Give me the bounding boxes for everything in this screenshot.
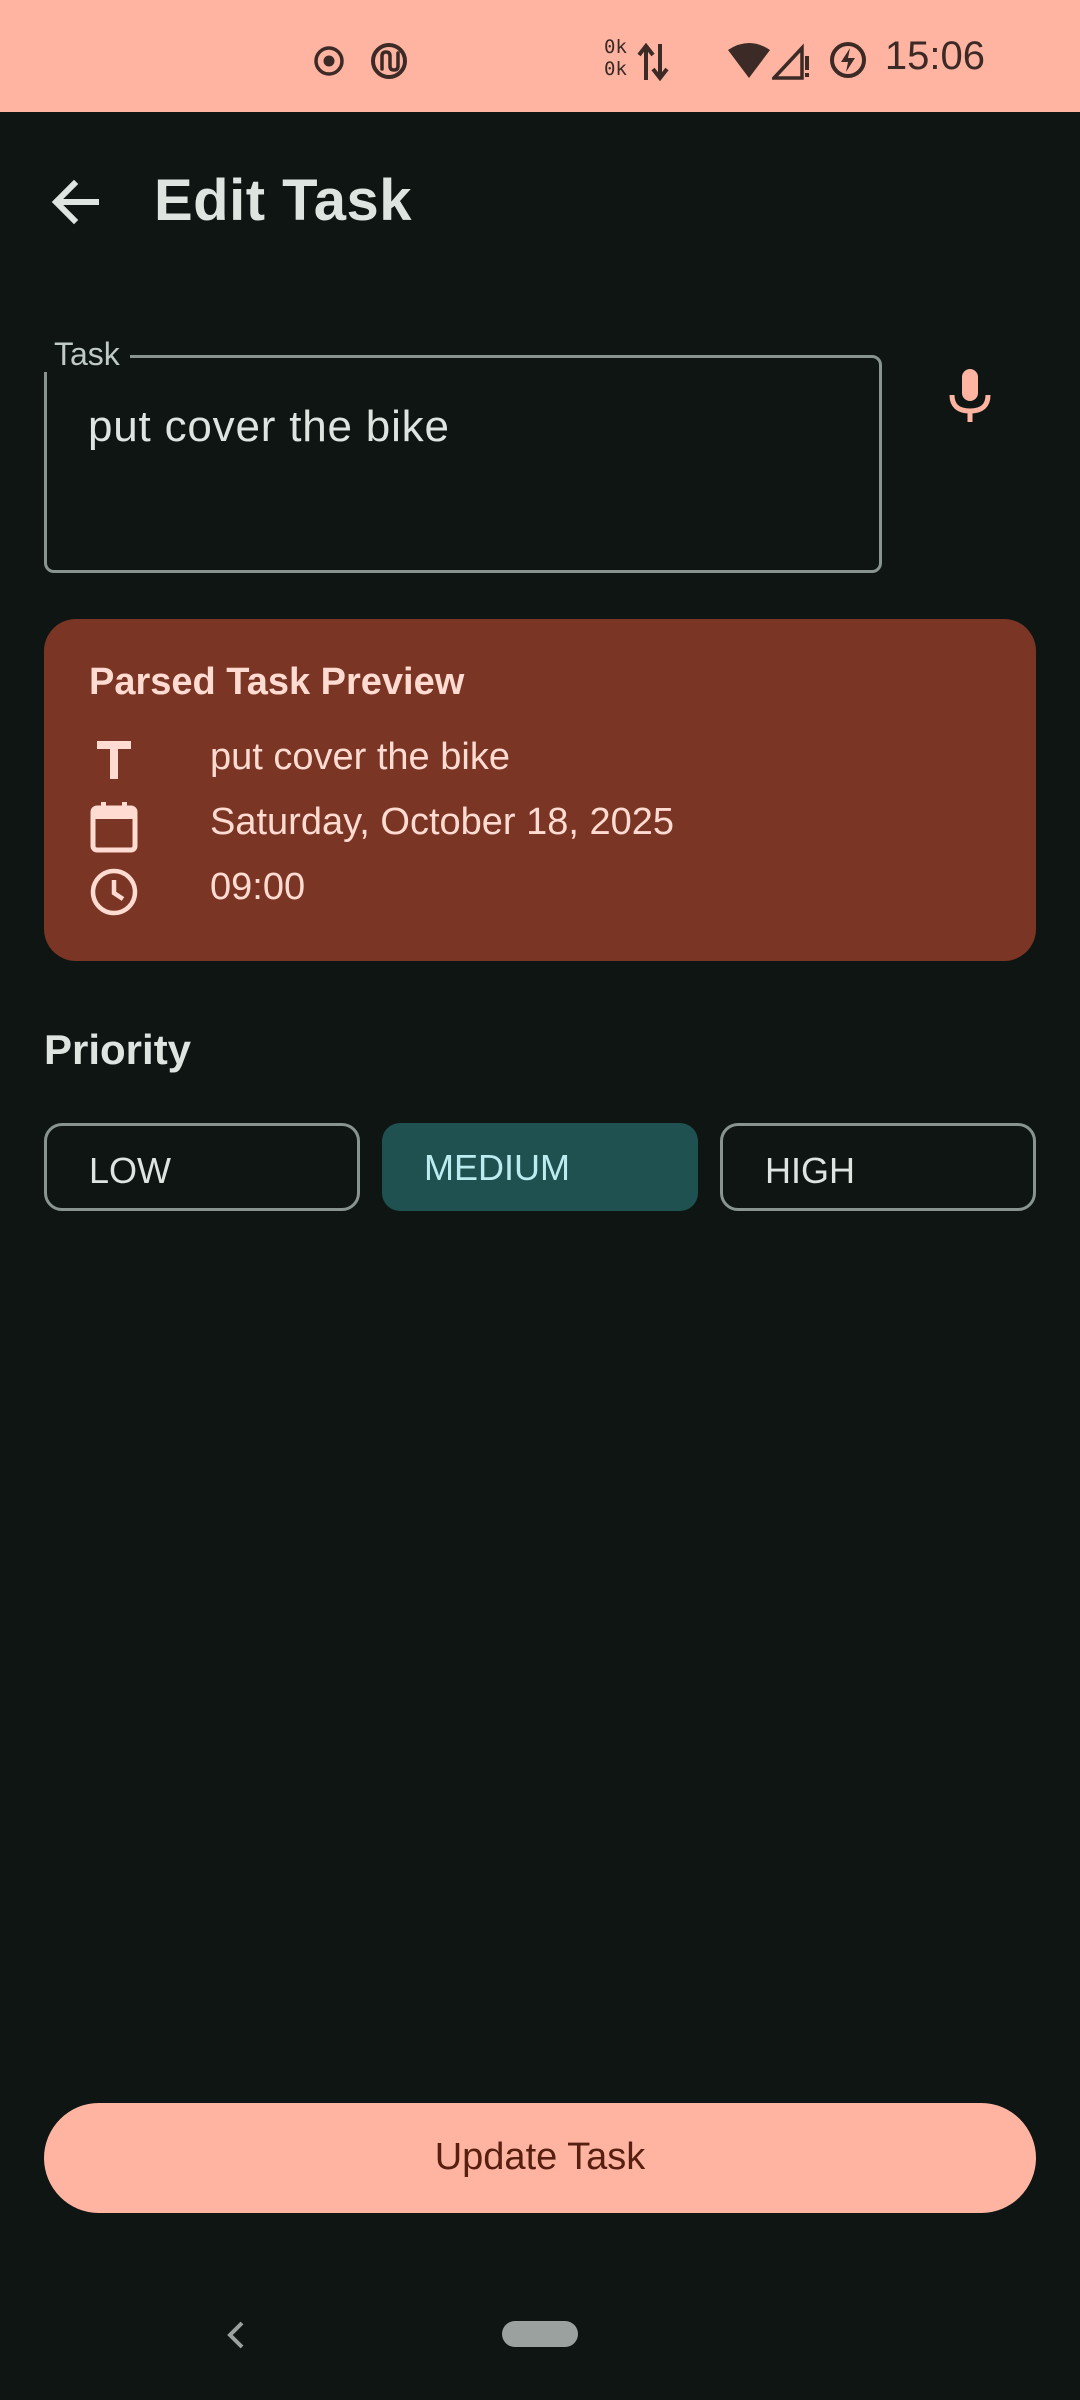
nav-home-pill[interactable] [502,2321,578,2347]
preview-task-text: put cover the bike [210,736,510,778]
calendar-icon [90,802,138,853]
update-task-label: Update Task [434,2136,646,2178]
nav-back-button[interactable] [216,2315,256,2355]
preview-time-text: 09:00 [210,866,306,908]
update-task-button[interactable]: Update Task [44,2103,1036,2213]
battery-saver-icon [830,42,866,78]
arrow-back-icon [51,179,99,225]
back-button[interactable] [36,162,116,242]
priority-chip-low[interactable]: LOW [44,1123,360,1211]
preview-row-date: Saturday, October 18, 2025 [89,795,989,855]
priority-heading: Priority [44,1026,192,1073]
page-title: Edit Task [154,168,413,233]
preview-row-time: 09:00 [89,860,989,920]
record-icon [314,46,344,76]
microphone-icon [949,369,991,422]
priority-chip-medium[interactable]: MEDIUM [382,1123,698,1211]
task-input-field[interactable] [44,355,882,573]
priority-chip-label: MEDIUM [424,1147,570,1188]
clock-time: 15:06 [884,34,985,78]
task-input-value[interactable]: put cover the bike [88,402,848,452]
data-arrows-icon [637,42,669,82]
priority-chip-label: LOW [89,1150,172,1191]
network-speed: 0k 0k [604,36,627,80]
wifi-icon [728,43,770,78]
net-down-text: 0k [604,58,627,80]
text-format-icon [97,741,131,779]
voice-input-button[interactable] [930,355,1010,435]
net-up-text: 0k [604,36,627,58]
priority-chip-label: HIGH [765,1150,855,1191]
preview-date-text: Saturday, October 18, 2025 [210,801,675,843]
preview-title: Parsed Task Preview [89,661,465,703]
priority-chip-high[interactable]: HIGH [720,1123,1036,1211]
signal-icon [772,43,809,80]
top-app-bar: Edit Task [0,112,1080,288]
status-bar: 0k 0k 15:06 [0,0,1080,112]
chevron-left-icon [227,2321,244,2349]
parsed-task-preview-card: Parsed Task Preview put cover the bike S… [44,619,1036,961]
clock-icon [90,868,138,916]
preview-row-title: put cover the bike [89,730,989,790]
task-field-label: Task [44,336,130,372]
sync-app-icon [371,43,407,79]
